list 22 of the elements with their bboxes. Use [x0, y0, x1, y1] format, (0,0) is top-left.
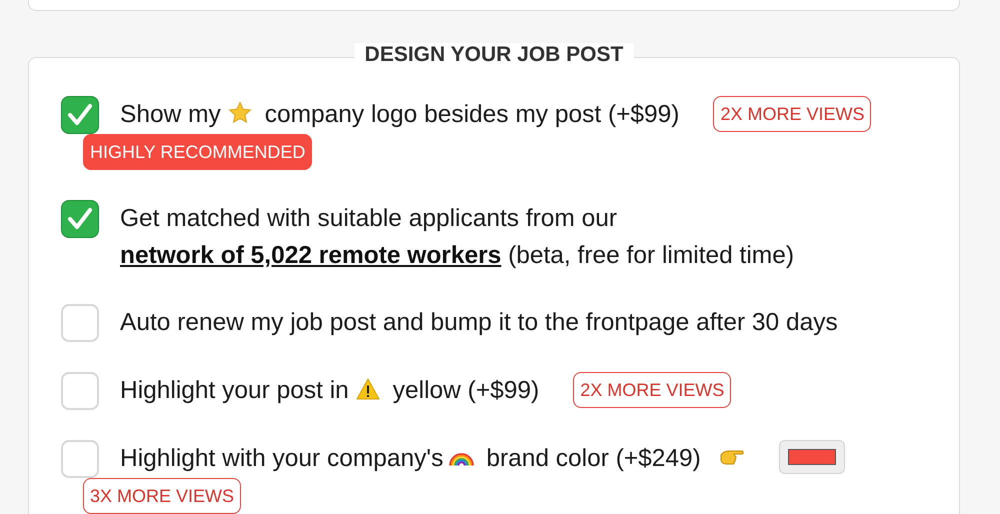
- checkbox[interactable]: [61, 200, 99, 238]
- views-badge: 2X MORE VIEWS: [713, 96, 872, 132]
- recommended-badge: HIGHLY RECOMMENDED: [83, 134, 312, 170]
- option-label: company logo besides my post (+$99): [264, 101, 680, 128]
- rainbow-icon: [449, 453, 474, 466]
- option-label: Show my: [120, 101, 221, 128]
- check-icon: [67, 103, 93, 127]
- color-picker[interactable]: [778, 440, 845, 474]
- option-label: Highlight with your company's: [120, 445, 444, 472]
- option-label: Highlight your post in: [120, 377, 349, 404]
- option-label: Get matched with suitable applicants from our: [120, 205, 618, 232]
- star-icon: [226, 101, 253, 125]
- option-label: (beta, free for limited time): [507, 242, 794, 269]
- option-label: Auto renew my job post and bump it to the frontpage after 30 days: [120, 309, 838, 336]
- network-link[interactable]: network of 5,022 remote workers: [120, 242, 502, 269]
- check-icon: [67, 207, 93, 231]
- option-label: yellow (+$99): [392, 377, 540, 404]
- views-badge: 3X MORE VIEWS: [83, 478, 242, 514]
- checkbox[interactable]: [61, 96, 99, 134]
- views-badge: 2X MORE VIEWS: [573, 372, 732, 408]
- warning-icon: [354, 377, 381, 401]
- option-label: brand color (+$249): [486, 445, 701, 472]
